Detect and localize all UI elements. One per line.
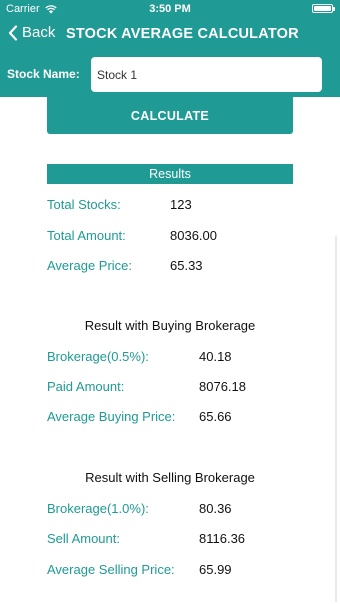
navigation-bar: Back STOCK AVERAGE CALCULATOR bbox=[0, 18, 340, 52]
average-price-label: Average Price: bbox=[47, 258, 133, 273]
average-buying-price-label: Average Buying Price: bbox=[47, 409, 176, 424]
back-button[interactable]: Back bbox=[8, 24, 55, 41]
average-buying-price-value: 65.66 bbox=[199, 409, 232, 424]
average-price-value: 65.33 bbox=[170, 258, 203, 273]
selling-brokerage-title: Result with Selling Brokerage bbox=[85, 470, 255, 485]
paid-amount-label: Paid Amount: bbox=[47, 379, 125, 394]
total-stocks-value: 123 bbox=[170, 197, 192, 212]
battery-icon bbox=[312, 4, 335, 13]
buying-brokerage-label: Brokerage(0.5%): bbox=[47, 349, 149, 364]
sell-amount-label: Sell Amount: bbox=[47, 531, 120, 546]
page-title: STOCK AVERAGE CALCULATOR bbox=[66, 26, 299, 42]
paid-amount-value: 8076.18 bbox=[199, 379, 246, 394]
results-header: Results bbox=[47, 164, 293, 184]
sell-amount-value: 8116.36 bbox=[199, 531, 246, 546]
buying-brokerage-title: Result with Buying Brokerage bbox=[84, 318, 256, 333]
stock-name-input[interactable] bbox=[91, 57, 322, 92]
status-bar: Carrier 3:50 PM bbox=[0, 0, 340, 18]
stock-name-label: Stock Name: bbox=[7, 67, 80, 81]
stock-name-bar: Stock Name: bbox=[0, 52, 340, 97]
selling-brokerage-value: 80.36 bbox=[199, 501, 232, 516]
total-amount-value: 8036.00 bbox=[170, 228, 217, 243]
buying-brokerage-value: 40.18 bbox=[199, 349, 232, 364]
calculate-button[interactable]: CALCULATE bbox=[47, 97, 293, 134]
average-selling-price-value: 65.99 bbox=[199, 562, 232, 577]
chevron-left-icon bbox=[8, 24, 18, 41]
total-amount-label: Total Amount: bbox=[47, 228, 126, 243]
selling-brokerage-label: Brokerage(1.0%): bbox=[47, 501, 149, 516]
back-label: Back bbox=[22, 24, 56, 41]
scroll-indicator[interactable] bbox=[335, 236, 337, 602]
average-selling-price-label: Average Selling Price: bbox=[47, 562, 175, 577]
total-stocks-label: Total Stocks: bbox=[47, 197, 121, 212]
status-time: 3:50 PM bbox=[149, 3, 191, 15]
